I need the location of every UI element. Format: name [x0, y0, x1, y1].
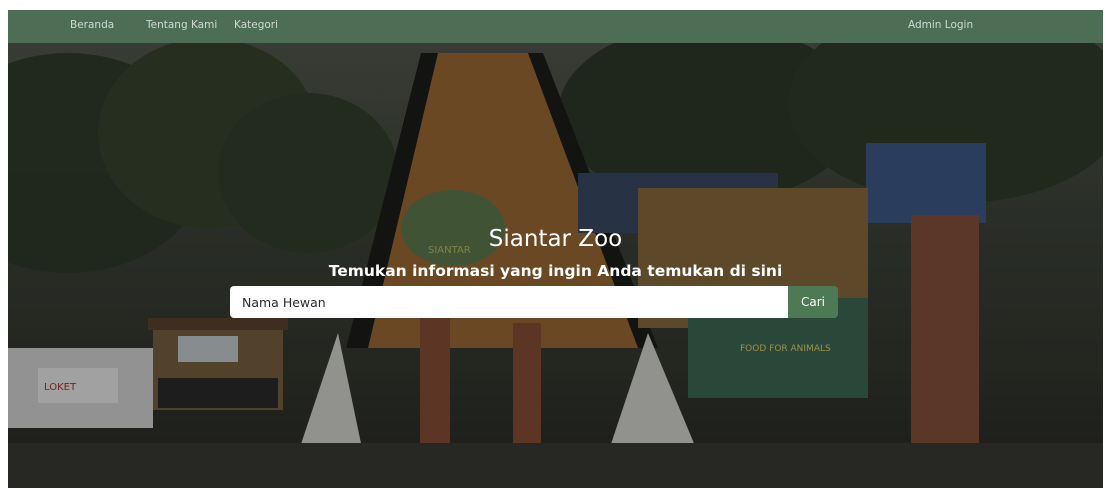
search-input[interactable] [230, 286, 788, 318]
navbar: Beranda Tentang Kami Kategori Admin Logi… [8, 10, 1103, 43]
hero-subtitle: Temukan informasi yang ingin Anda temuka… [328, 261, 783, 280]
nav-link-kategori[interactable]: Kategori [234, 19, 278, 31]
page-frame: Beranda Tentang Kami Kategori Admin Logi… [8, 10, 1103, 488]
hero-section: LOKET SIANTAR FOOD FOR ANIMALS Siantar Z… [8, 43, 1103, 488]
admin-login-link[interactable]: Admin Login [908, 19, 973, 31]
nav-link-tentang-kami[interactable]: Tentang Kami [146, 19, 217, 31]
nav-link-beranda[interactable]: Beranda [70, 19, 114, 31]
search-button[interactable]: Cari [788, 286, 838, 318]
hero-title: Siantar Zoo [488, 226, 623, 253]
